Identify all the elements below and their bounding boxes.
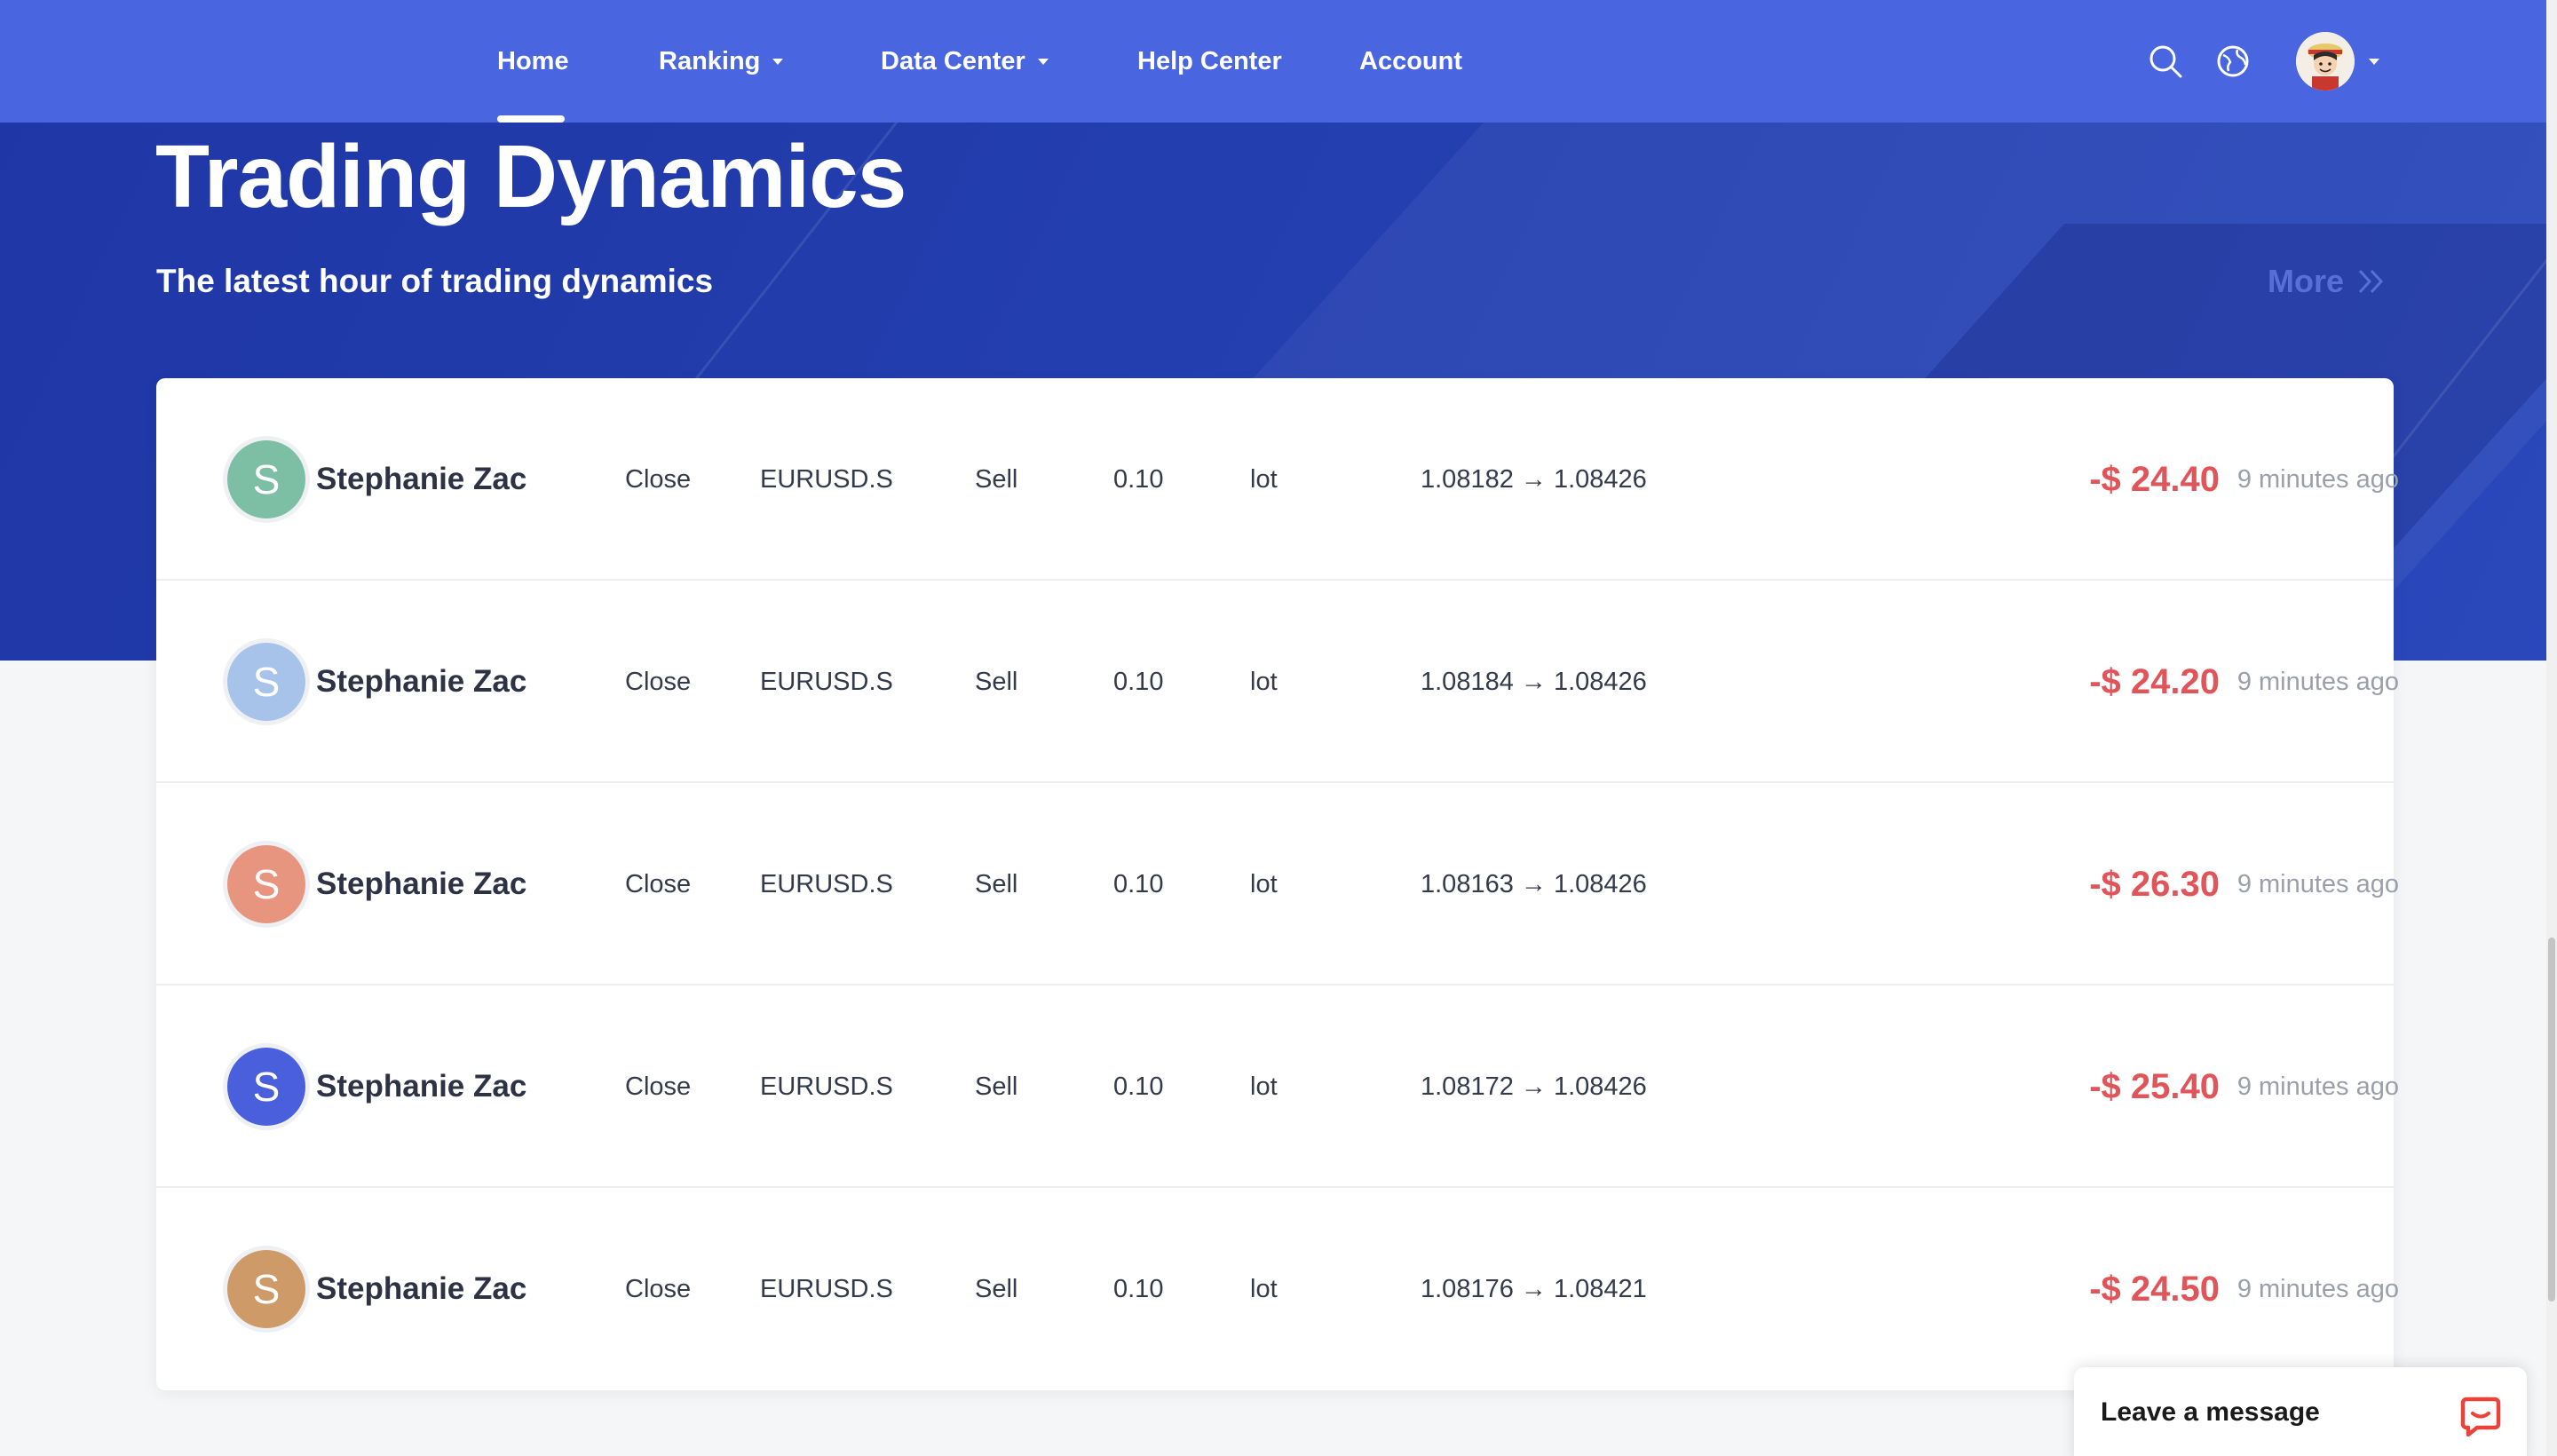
nav-active-indicator [497,115,565,123]
trade-symbol: EURUSD.S [760,1072,893,1101]
trade-side: Sell [975,869,1018,898]
trader-avatar: S [227,845,305,923]
trade-price-range: 1.08172 → 1.08426 [1421,1072,1647,1101]
globe-icon[interactable] [2214,43,2252,80]
chat-bubble-icon[interactable] [2459,1394,2502,1436]
trade-symbol: EURUSD.S [760,464,893,494]
trade-unit: lot [1250,464,1278,494]
trade-row[interactable]: S Stephanie Zac Close EURUSD.S Sell 0.10 lot 1.… [156,581,2399,783]
trader-name: Stephanie Zac [316,866,527,901]
trade-time: 9 minutes ago [2236,667,2399,696]
trade-action: Close [625,464,692,494]
trade-unit: lot [1250,1072,1278,1101]
trade-action: Close [625,869,692,898]
trade-symbol: EURUSD.S [760,869,893,898]
trade-price-range: 1.08176 → 1.08421 [1421,1274,1647,1303]
nav-data-center[interactable]: Data Center [881,0,1049,123]
trade-row[interactable]: S Stephanie Zac Close EURUSD.S Sell 0.10 lot 1.… [156,985,2399,1188]
trade-side: Sell [975,1072,1018,1101]
trade-unit: lot [1250,1274,1278,1303]
trade-time: 9 minutes ago [2236,869,2399,898]
trade-side: Sell [975,1274,1018,1303]
trade-row[interactable]: S Stephanie Zac Close EURUSD.S Sell 0.10 lot 1.… [156,1188,2399,1390]
trade-price-range: 1.08182 → 1.08426 [1421,464,1647,494]
trade-unit: lot [1250,667,1278,696]
trade-volume: 0.10 [1113,1274,1164,1303]
trader-avatar: S [227,643,305,721]
trade-time: 9 minutes ago [2236,1072,2399,1101]
trader-name: Stephanie Zac [316,1271,527,1306]
more-label: More [2268,263,2345,299]
leave-message-widget[interactable]: Leave a message [2074,1367,2527,1456]
scrollbar-thumb[interactable] [2548,938,2555,1302]
double-chevron-right-icon [2358,269,2384,294]
trade-symbol: EURUSD.S [760,1274,893,1303]
page-title: Trading Dynamics [155,127,906,226]
nav-ranking-label: Ranking [659,46,761,75]
page-subtitle: The latest hour of trading dynamics [156,263,714,299]
trader-name: Stephanie Zac [316,462,527,496]
trade-row[interactable]: S Stephanie Zac Close EURUSD.S Sell 0.10 lot 1.… [156,783,2399,985]
trade-volume: 0.10 [1113,464,1164,494]
trade-price-range: 1.08184 → 1.08426 [1421,667,1647,696]
trade-side: Sell [975,464,1018,494]
trade-action: Close [625,1274,692,1303]
trader-avatar: S [227,440,305,518]
leave-message-label: Leave a message [2101,1397,2320,1427]
caret-down-icon [1037,58,1049,65]
trade-volume: 0.10 [1113,869,1164,898]
trades-card: S Stephanie Zac Close EURUSD.S Sell 0.10 lot 1.… [156,378,2399,1390]
trade-action: Close [625,1072,692,1101]
avatar-image [2296,32,2355,91]
trade-action: Close [625,667,692,696]
more-link[interactable]: More [2268,263,2387,300]
nav-account[interactable]: Account [1359,0,1462,123]
trader-name: Stephanie Zac [316,1069,527,1104]
trader-name: Stephanie Zac [316,664,527,699]
trader-avatar: S [227,1250,305,1328]
account-caret-icon[interactable] [2369,59,2379,65]
trade-side: Sell [975,667,1018,696]
nav-help-center-label: Help Center [1137,46,1282,75]
top-navbar: Home Ranking Data Center Help Center Acc… [0,0,2546,123]
search-icon[interactable] [2147,43,2184,80]
user-avatar[interactable] [2296,32,2355,91]
trade-symbol: EURUSD.S [760,667,893,696]
trade-price-range: 1.08163 → 1.08426 [1421,869,1647,898]
nav-data-center-label: Data Center [881,46,1025,75]
nav-ranking[interactable]: Ranking [659,0,784,123]
trade-volume: 0.10 [1113,667,1164,696]
nav-home-label: Home [497,46,569,75]
trade-time: 9 minutes ago [2236,1274,2399,1303]
nav-account-label: Account [1359,46,1462,75]
caret-down-icon [772,58,784,65]
trade-unit: lot [1250,869,1278,898]
trade-volume: 0.10 [1113,1072,1164,1101]
trade-row[interactable]: S Stephanie Zac Close EURUSD.S Sell 0.10 lot 1.… [156,378,2399,581]
trade-time: 9 minutes ago [2236,464,2399,494]
nav-home[interactable]: Home [497,0,569,123]
trader-avatar: S [227,1048,305,1126]
nav-help-center[interactable]: Help Center [1137,0,1282,123]
